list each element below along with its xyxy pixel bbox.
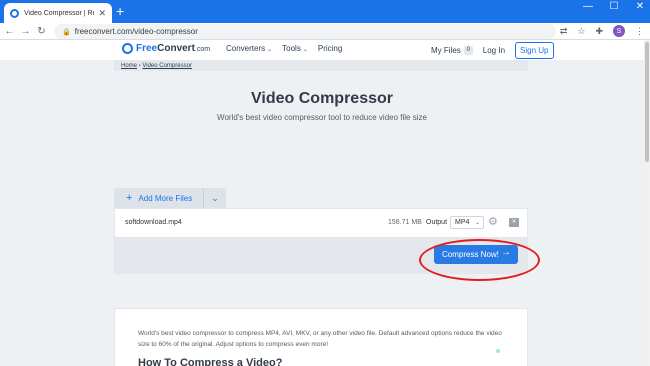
output-format-select[interactable]: MP4 ⌄ [450, 216, 484, 229]
window-controls: — ☐ ✕ [582, 1, 646, 12]
scrollbar-thumb[interactable] [645, 42, 649, 162]
breadcrumb-home-link[interactable]: Home [121, 63, 137, 69]
maximize-icon[interactable]: ☐ [608, 1, 620, 12]
reload-icon[interactable]: ↻ [35, 26, 48, 37]
file-row: softdownload.mp4 158.71 MB Output MP4 ⌄ … [114, 208, 528, 238]
login-link[interactable]: Log In [483, 46, 505, 55]
url-text: freeconvert.com/video-compressor [74, 27, 198, 36]
site-favicon-icon [10, 8, 19, 18]
browser-tabstrip: Video Compressor | Reduce Vide ✕ + — ☐ ✕ [0, 0, 650, 23]
nav-converters[interactable]: Converters ⌄ [226, 44, 272, 53]
output-label: Output [426, 219, 448, 226]
chevron-down-icon: ⌄ [302, 47, 308, 53]
output-format-value: MP4 [455, 219, 470, 226]
how-to-heading: How To Compress a Video? [138, 357, 283, 366]
address-bar[interactable]: 🔒 freeconvert.com/video-compressor [54, 24, 556, 39]
add-more-files-button[interactable]: + Add More Files [114, 188, 204, 208]
plus-icon: + [126, 192, 133, 204]
nav-tools[interactable]: Tools ⌄ [282, 44, 308, 53]
logo-suffix: .com [194, 46, 211, 53]
profile-avatar[interactable]: S [613, 25, 625, 37]
breadcrumb: Home › Video Compressor [114, 60, 528, 71]
logo-text: FreeConvert [136, 43, 195, 54]
nav-pricing[interactable]: Pricing [318, 44, 342, 53]
add-more-files-label: Add More Files [138, 193, 193, 203]
page-scrollbar[interactable] [644, 40, 650, 366]
remove-file-icon[interactable]: ✕ [509, 218, 519, 227]
chevron-down-icon: ⌄ [211, 192, 219, 203]
page-viewport: FreeConvert .com Converters ⌄ Tools ⌄ Pric… [0, 40, 644, 366]
tab-close-icon[interactable]: ✕ [98, 8, 106, 19]
signup-button[interactable]: Sign Up [515, 42, 554, 59]
close-window-icon[interactable]: ✕ [634, 1, 646, 12]
intro-paragraph: World's best video compressor to compres… [138, 330, 502, 348]
browser-toolbar: ← → ↻ 🔒 freeconvert.com/video-compressor… [0, 23, 650, 40]
page-subtitle: World's best video compressor tool to re… [217, 113, 427, 122]
header-account: My Files 0 Log In Sign Up [431, 42, 554, 59]
forward-icon[interactable]: → [19, 26, 32, 37]
extensions-icon[interactable]: ✚ [595, 26, 603, 37]
chevron-down-icon: ⌄ [267, 47, 273, 53]
file-size: 158.71 MB [388, 219, 422, 226]
back-icon[interactable]: ← [3, 26, 16, 37]
annotation-highlight-ellipse [419, 239, 540, 281]
logo-mark-icon [122, 43, 133, 54]
browser-tab[interactable]: Video Compressor | Reduce Vide ✕ [4, 3, 112, 23]
site-header: FreeConvert .com Converters ⌄ Tools ⌄ Pric… [0, 40, 644, 60]
decorative-dot [496, 349, 500, 353]
minimize-icon[interactable]: — [582, 1, 594, 12]
tab-title: Video Compressor | Reduce Vide [24, 9, 94, 17]
new-tab-button[interactable]: + [116, 3, 124, 19]
file-name: softdownload.mp4 [125, 219, 182, 226]
gear-icon[interactable]: ⚙ [488, 215, 498, 228]
main-nav: Converters ⌄ Tools ⌄ Pricing [226, 44, 342, 53]
bookmark-star-icon[interactable]: ☆ [577, 26, 585, 37]
content-card: World's best video compressor to compres… [114, 308, 528, 366]
page-title: Video Compressor [251, 90, 393, 107]
add-files-dropdown-toggle[interactable]: ⌄ [204, 188, 226, 208]
site-logo[interactable]: FreeConvert .com [122, 43, 210, 54]
breadcrumb-current-link[interactable]: Video Compressor [142, 63, 192, 69]
translate-icon[interactable]: ⇄ [560, 26, 568, 37]
my-files-link[interactable]: My Files [431, 46, 461, 55]
chevron-down-icon: ⌄ [474, 220, 480, 226]
my-files-count-badge: 0 [463, 46, 473, 55]
menu-kebab-icon[interactable]: ⋮ [635, 26, 644, 37]
toolbar-actions: ⇄ ☆ ✚ S ⋮ [560, 25, 644, 37]
lock-icon: 🔒 [62, 28, 71, 36]
breadcrumb-separator: › [138, 63, 141, 69]
